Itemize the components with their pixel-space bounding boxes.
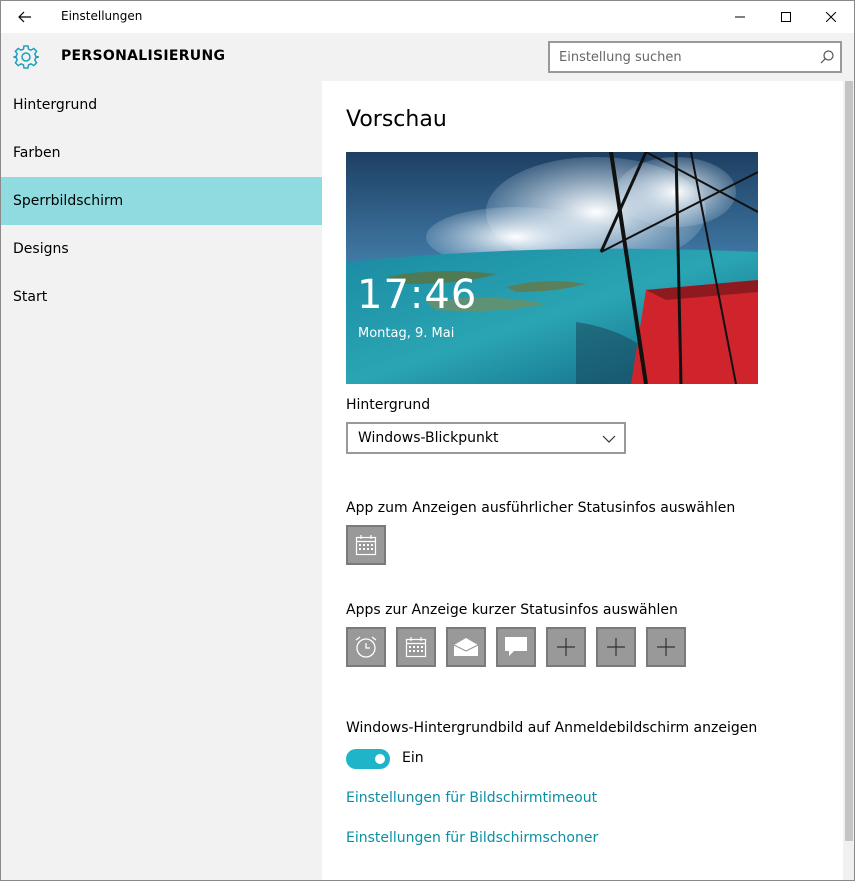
preview-image — [346, 152, 758, 384]
lock-screen-preview: 17:46 Montag, 9. Mai — [346, 152, 758, 384]
preview-time: 17:46 — [357, 272, 478, 318]
sidebar-item-designs[interactable]: Designs — [1, 225, 322, 273]
background-dropdown-value: Windows-Blickpunkt — [358, 430, 499, 446]
quick-status-calendar-button[interactable] — [396, 627, 436, 667]
plus-icon — [607, 638, 625, 656]
search-input[interactable]: Einstellung suchen — [548, 41, 842, 73]
chevron-down-icon — [602, 435, 616, 443]
background-label: Hintergrund — [346, 397, 431, 413]
window-title: Einstellungen — [61, 9, 143, 23]
maximize-button[interactable] — [763, 1, 809, 33]
sidebar-item-sperrbildschirm[interactable]: Sperrbildschirm — [1, 177, 322, 225]
sidebar-item-label: Start — [13, 289, 48, 305]
toggle-knob — [375, 754, 385, 764]
sidebar-item-label: Farben — [13, 145, 61, 161]
calendar-icon — [405, 637, 427, 658]
page-title: PERSONALISIERUNG — [61, 48, 226, 64]
plus-icon — [557, 638, 575, 656]
plus-icon — [657, 638, 675, 656]
back-arrow-icon — [18, 11, 31, 23]
detailed-status-label: App zum Anzeigen ausführlicher Statusinf… — [346, 500, 736, 516]
sidebar-item-hintergrund[interactable]: Hintergrund — [1, 81, 322, 129]
minimize-icon — [735, 16, 745, 18]
quick-status-add-button-2[interactable] — [596, 627, 636, 667]
sidebar: Hintergrund Farben Sperrbildschirm Desig… — [1, 81, 322, 880]
scrollbar-thumb[interactable] — [845, 81, 853, 841]
title-bar: Einstellungen — [1, 1, 854, 33]
sidebar-item-farben[interactable]: Farben — [1, 129, 322, 177]
quick-status-add-button-1[interactable] — [546, 627, 586, 667]
content-scrollbar[interactable] — [843, 81, 854, 880]
quick-status-alarm-button[interactable] — [346, 627, 386, 667]
preview-heading: Vorschau — [346, 107, 447, 132]
sidebar-item-label: Hintergrund — [13, 97, 98, 113]
search-icon[interactable] — [820, 50, 834, 64]
sidebar-item-label: Designs — [13, 241, 69, 257]
main-content: Vorschau 17:46 Montag, 9. Mai Hintergrun… — [322, 81, 854, 880]
screensaver-link[interactable]: Einstellungen für Bildschirmschoner — [346, 830, 598, 846]
alarm-icon — [355, 636, 377, 658]
close-icon — [826, 12, 836, 22]
sidebar-item-label: Sperrbildschirm — [13, 193, 124, 209]
quick-status-message-button[interactable] — [496, 627, 536, 667]
settings-window: Einstellungen PERSONALISIERUNG Einstellu… — [0, 0, 855, 881]
screen-timeout-link[interactable]: Einstellungen für Bildschirmtimeout — [346, 790, 597, 806]
back-button[interactable] — [1, 1, 49, 33]
quick-status-label: Apps zur Anzeige kurzer Statusinfos ausw… — [346, 602, 678, 618]
quick-status-add-button-3[interactable] — [646, 627, 686, 667]
maximize-icon — [781, 12, 791, 22]
close-button[interactable] — [808, 1, 854, 33]
toggle-state-label: Ein — [402, 750, 424, 766]
minimize-button[interactable] — [717, 1, 763, 33]
calendar-icon — [355, 535, 377, 556]
sidebar-item-start[interactable]: Start — [1, 273, 322, 321]
logon-background-label: Windows-Hintergrundbild auf Anmeldebilds… — [346, 720, 758, 736]
logon-background-toggle[interactable] — [346, 749, 390, 769]
mail-icon — [453, 638, 479, 656]
page-header: PERSONALISIERUNG Einstellung suchen — [1, 33, 854, 81]
message-icon — [505, 637, 527, 656]
search-placeholder: Einstellung suchen — [559, 50, 682, 65]
quick-status-mail-button[interactable] — [446, 627, 486, 667]
gear-icon — [13, 45, 39, 69]
detailed-status-app-button[interactable] — [346, 525, 386, 565]
background-dropdown[interactable]: Windows-Blickpunkt — [346, 422, 626, 454]
preview-date: Montag, 9. Mai — [358, 326, 455, 341]
